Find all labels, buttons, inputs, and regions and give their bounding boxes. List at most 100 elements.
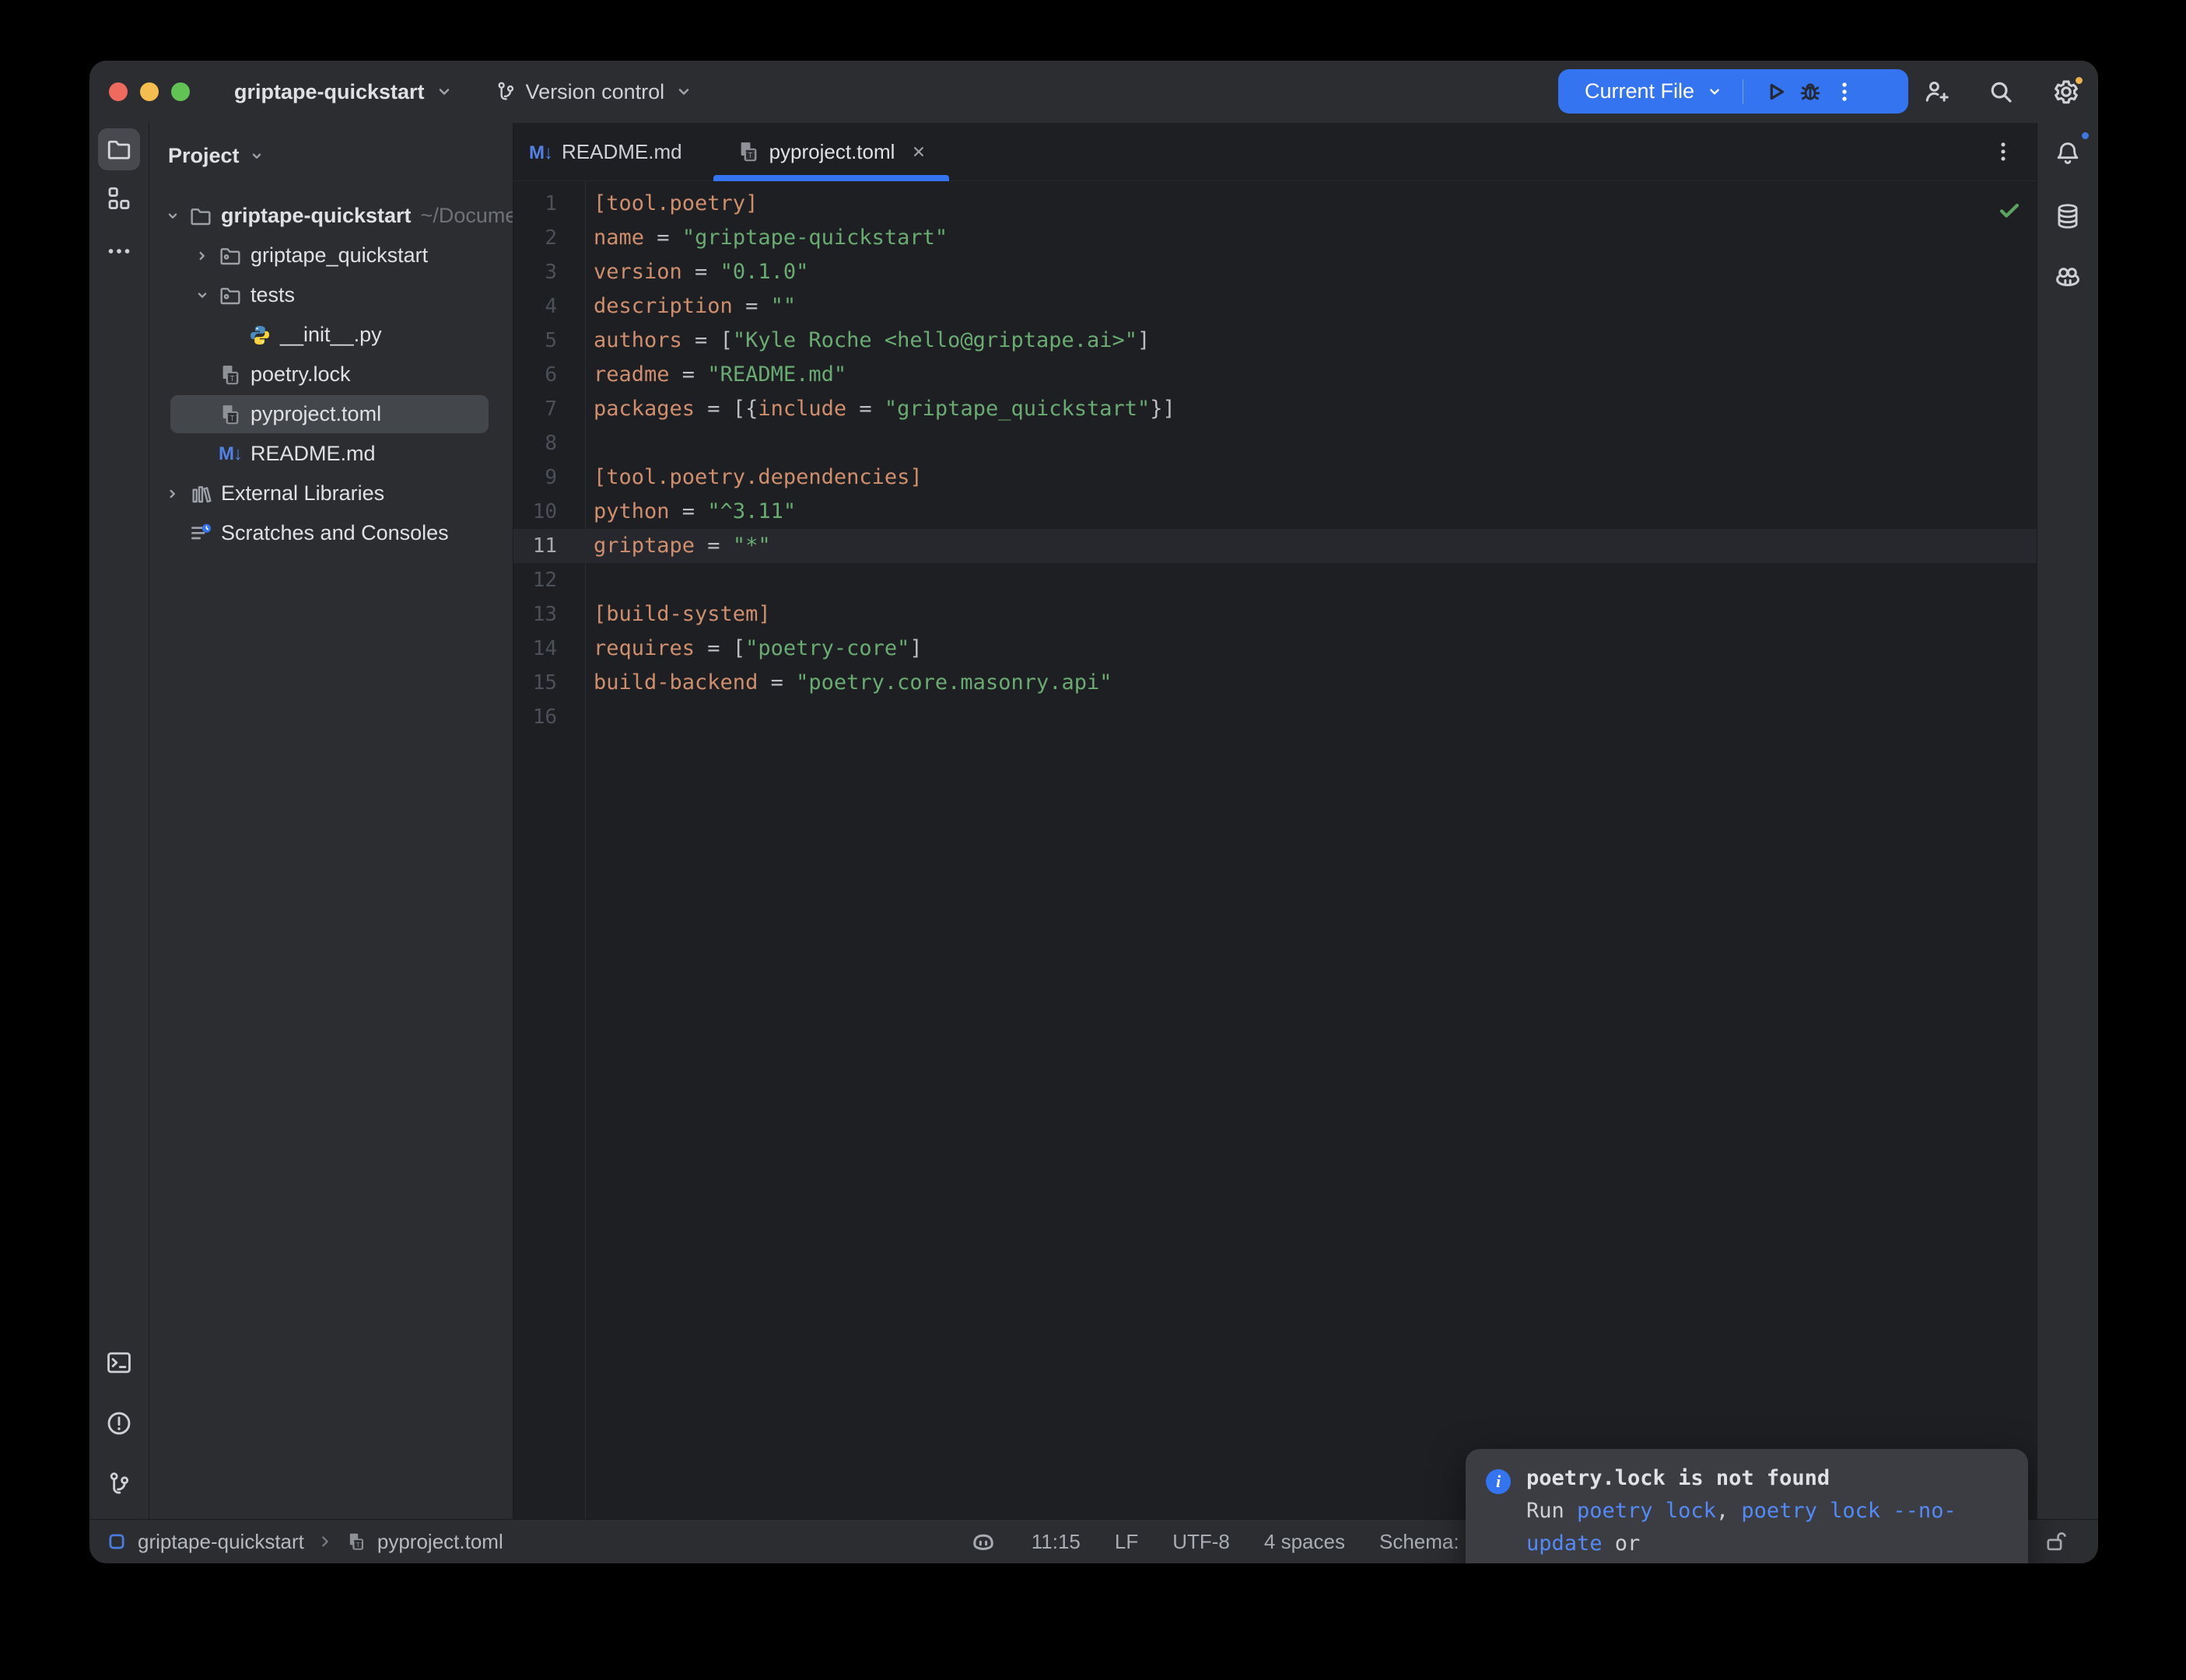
- tree-item-poetry-lock[interactable]: [T]poetry.lock: [149, 355, 513, 394]
- code-line-4[interactable]: 4description = "": [513, 289, 2037, 324]
- tree-item-pyproject-toml[interactable]: [T] pyproject.toml: [149, 394, 513, 434]
- close-button[interactable]: [109, 82, 128, 101]
- version-control-tool-button[interactable]: [98, 1463, 140, 1505]
- tab-label: README.md: [562, 140, 682, 164]
- code-line-7[interactable]: 7packages = [{include = "griptape_quicks…: [513, 392, 2037, 426]
- code-text: [build-system]: [594, 602, 771, 626]
- line-number: 10: [513, 495, 557, 529]
- tab-pyproject-toml[interactable]: [T]pyproject.toml: [713, 123, 950, 180]
- line-number: 7: [513, 392, 557, 426]
- debug-button[interactable]: [1793, 75, 1827, 109]
- status-item-line-ending[interactable]: LF: [1115, 1530, 1138, 1554]
- project-tool-button[interactable]: [98, 128, 140, 170]
- code-line-15[interactable]: 15build-backend = "poetry.core.masonry.a…: [513, 666, 2037, 700]
- code-line-1[interactable]: 1[tool.poetry]: [513, 187, 2037, 221]
- code-line-5[interactable]: 5authors = ["Kyle Roche <hello@griptape.…: [513, 324, 2037, 358]
- project-switcher-label: griptape-quickstart: [234, 80, 425, 104]
- chevron-down-icon[interactable]: [159, 205, 187, 227]
- code-line-12[interactable]: 12: [513, 563, 2037, 597]
- code-line-3[interactable]: 3 version = "0.1.0": [513, 255, 2037, 289]
- code-line-9[interactable]: 9[tool.poetry.dependencies]: [513, 460, 2037, 495]
- code-line-11[interactable]: 11griptape = "*": [513, 529, 2037, 563]
- inspections-ok-icon[interactable]: [1996, 197, 2023, 223]
- tree-item-readme-md[interactable]: M↓README.md: [149, 434, 513, 474]
- run-widget: Current File: [1558, 69, 1908, 114]
- tree-item-external-libraries[interactable]: External Libraries: [149, 474, 513, 513]
- zoom-button[interactable]: [171, 82, 190, 101]
- project-switcher[interactable]: griptape-quickstart: [234, 80, 456, 104]
- chevron-down-icon[interactable]: [188, 285, 216, 306]
- chevron-right-icon[interactable]: [188, 245, 216, 267]
- tab-readme-md[interactable]: M↓README.md: [513, 123, 713, 180]
- code-text: [tool.poetry]: [594, 191, 758, 215]
- tab-options-kebab-icon[interactable]: [1990, 138, 2016, 165]
- code-line-8[interactable]: 8: [513, 426, 2037, 460]
- settings-update-badge: [2073, 75, 2085, 86]
- chevron-down-icon: [433, 80, 456, 103]
- close-tab-icon[interactable]: [909, 142, 929, 162]
- database-tool-button[interactable]: [2047, 195, 2089, 237]
- tree-item-griptape-quickstart[interactable]: griptape_quickstart: [149, 236, 513, 275]
- vcs-widget[interactable]: Version control: [493, 79, 696, 104]
- code-line-14[interactable]: 14 requires = ["poetry-core"]: [513, 632, 2037, 666]
- minimize-button[interactable]: [140, 82, 159, 101]
- project-view-header[interactable]: Project: [168, 136, 268, 176]
- svg-text:[T]: [T]: [226, 415, 239, 423]
- status-item-indent[interactable]: 4 spaces: [1264, 1530, 1345, 1554]
- run-configuration-button[interactable]: Current File: [1585, 79, 1725, 103]
- breadcrumb-project[interactable]: griptape-quickstart: [138, 1530, 304, 1554]
- notifications-bell-icon[interactable]: [2047, 132, 2089, 174]
- tree-item-scratches-and-consoles[interactable]: Scratches and Consoles: [149, 513, 513, 553]
- editor-area: M↓README.md[T]pyproject.toml 1[tool.poet…: [513, 123, 2037, 1519]
- chevron-right-icon: [315, 1531, 335, 1552]
- line-number: 9: [513, 460, 557, 495]
- problems-tool-button[interactable]: [98, 1402, 140, 1444]
- line-number: 14: [513, 632, 557, 666]
- more-tool-windows-button[interactable]: [98, 230, 140, 272]
- structure-tool-button[interactable]: [98, 177, 140, 219]
- left-tool-strip: [89, 123, 149, 1519]
- markdown-icon: M↓: [216, 443, 244, 465]
- breadcrumb-file[interactable]: pyproject.toml: [377, 1530, 503, 1554]
- notification-link-poetry-lock[interactable]: poetry lock: [1577, 1499, 1716, 1523]
- run-button[interactable]: [1759, 75, 1793, 109]
- ai-assistant-tool-button[interactable]: [2047, 257, 2089, 299]
- status-item-time[interactable]: 11:15: [1032, 1530, 1081, 1554]
- code-line-13[interactable]: 13[build-system]: [513, 597, 2037, 632]
- toml-file-icon: [T]: [346, 1531, 366, 1552]
- code-text: readme = "README.md": [594, 362, 846, 387]
- project-square-icon: [107, 1531, 127, 1552]
- add-user-icon[interactable]: [1920, 76, 1951, 107]
- project-tree: griptape-quickstart~/Documegriptape_quic…: [149, 196, 513, 553]
- code-text: authors = ["Kyle Roche <hello@griptape.a…: [594, 328, 1150, 352]
- settings-gear-icon[interactable]: [2051, 76, 2082, 107]
- git-branch-icon: [493, 79, 518, 104]
- tree-item-griptape-quickstart[interactable]: griptape-quickstart~/Docume: [149, 196, 513, 236]
- line-number: 3: [513, 255, 557, 289]
- project-view-title: Project: [168, 144, 240, 168]
- code-text: version = "0.1.0": [594, 260, 808, 284]
- tree-item-label: griptape-quickstart: [221, 204, 412, 228]
- tree-item-tests[interactable]: tests: [149, 275, 513, 315]
- folder-icon: [187, 204, 215, 229]
- editor[interactable]: 1[tool.poetry]2name = "griptape-quicksta…: [513, 181, 2037, 1519]
- tree-item--init-py[interactable]: __init__.py: [149, 315, 513, 355]
- tree-item-label: pyproject.toml: [250, 402, 381, 426]
- status-item-encoding[interactable]: UTF-8: [1172, 1530, 1230, 1554]
- libs-icon: [187, 481, 215, 506]
- search-icon[interactable]: [1985, 76, 2016, 107]
- code-line-16[interactable]: 16: [513, 700, 2037, 734]
- svg-text:[T]: [T]: [744, 152, 757, 160]
- copilot-icon[interactable]: [969, 1528, 997, 1556]
- code-text: requires = ["poetry-core"]: [594, 636, 923, 660]
- code-line-10[interactable]: 10python = "^3.11": [513, 495, 2037, 529]
- code-line-2[interactable]: 2name = "griptape-quickstart": [513, 221, 2037, 255]
- unlock-icon[interactable]: [2042, 1528, 2069, 1555]
- more-run-options-button[interactable]: [1827, 75, 1862, 109]
- chevron-right-icon[interactable]: [159, 483, 187, 505]
- svg-text:[T]: [T]: [352, 1541, 364, 1549]
- line-number: 16: [513, 700, 557, 734]
- code-line-6[interactable]: 6readme = "README.md": [513, 358, 2037, 392]
- python-icon: [246, 323, 274, 348]
- terminal-tool-button[interactable]: [98, 1342, 140, 1384]
